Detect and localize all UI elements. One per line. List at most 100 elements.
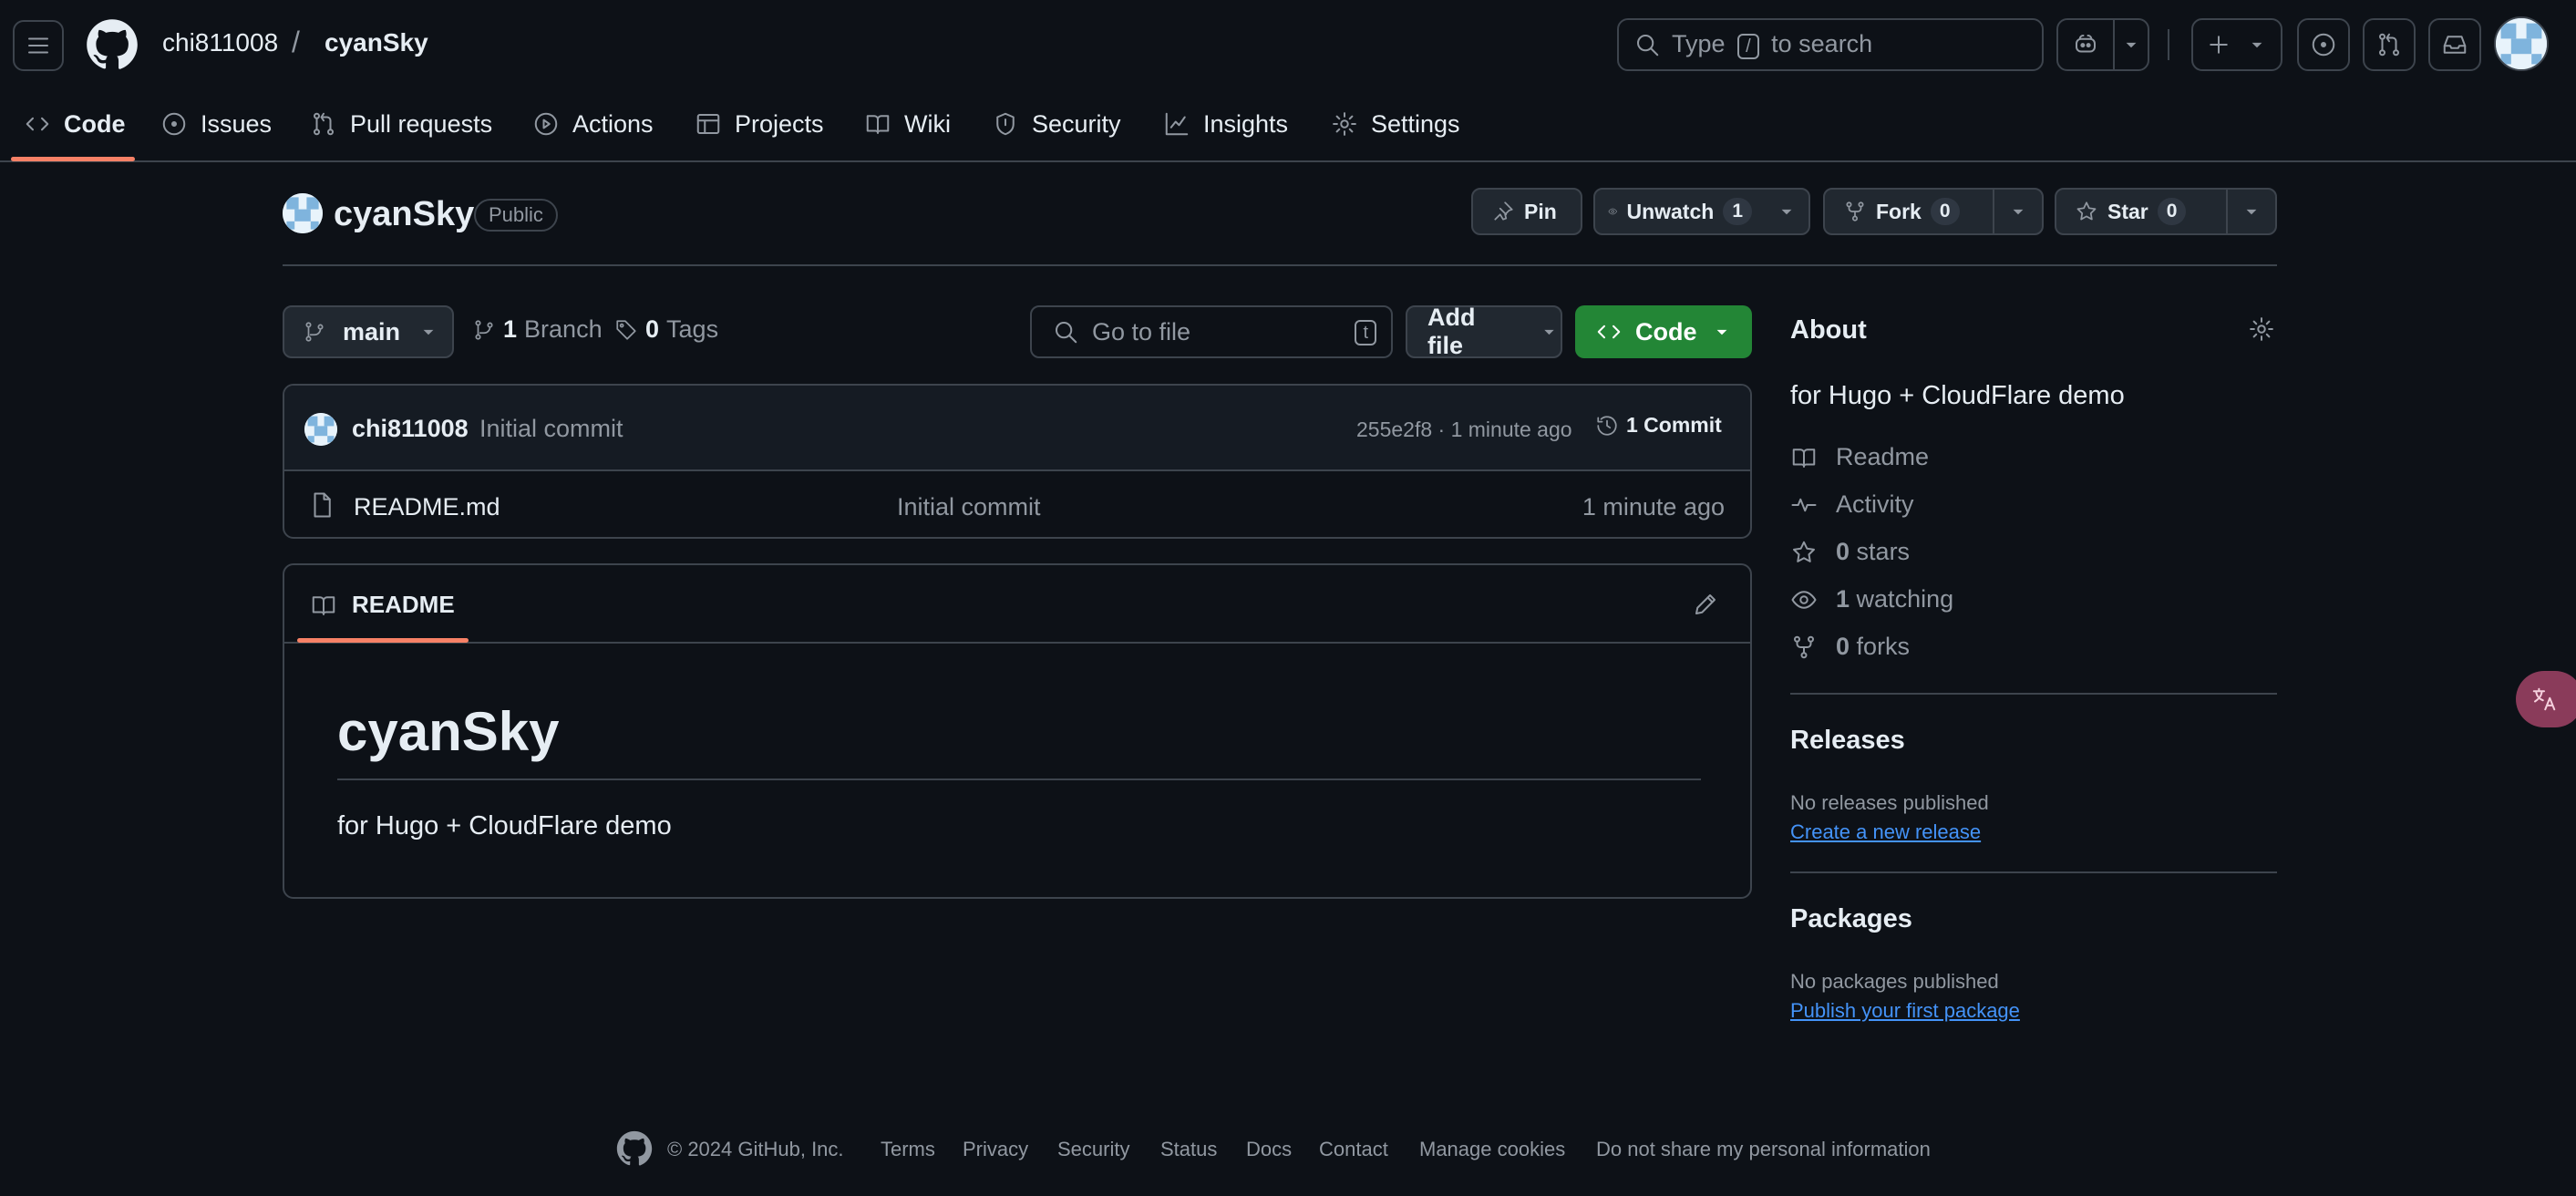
branch-label: Branch [524, 315, 603, 343]
commit-author-avatar[interactable] [304, 413, 337, 446]
about-title: About [1790, 315, 1867, 345]
plus-icon [2210, 36, 2228, 54]
about-watching-link[interactable]: 1 watching [1790, 585, 1953, 613]
pull-requests-button[interactable] [2363, 18, 2416, 71]
breadcrumb-repo[interactable]: cyanSky [325, 28, 428, 57]
file-commit-message[interactable]: Initial commit [897, 493, 1041, 521]
copilot-dropdown-button[interactable] [2113, 20, 2148, 69]
tab-label: Security [1032, 109, 1121, 138]
avatar-pattern-icon [2496, 18, 2547, 69]
go-to-file-placeholder: Go to file [1092, 317, 1191, 345]
about-activity-link[interactable]: Activity [1790, 490, 1914, 519]
inbox-button[interactable] [2428, 18, 2481, 71]
breadcrumb-owner[interactable]: chi811008 [162, 28, 278, 57]
footer-link-privacy[interactable]: Privacy [963, 1138, 1028, 1161]
triangle-down-icon [1716, 329, 1726, 335]
star-dropdown-button[interactable] [2226, 190, 2275, 233]
tab-label: Insights [1203, 109, 1289, 138]
about-description: for Hugo + CloudFlare demo [1790, 381, 2125, 410]
tab-pull-requests[interactable]: Pull requests [310, 106, 492, 142]
footer-link-status[interactable]: Status [1160, 1138, 1217, 1161]
readme-heading: cyanSky [337, 701, 560, 762]
footer-link-manage-cookies[interactable]: Manage cookies [1419, 1138, 1565, 1161]
avatar-pattern-icon [283, 193, 323, 233]
file-name[interactable]: README.md [354, 493, 500, 521]
commit-count-label: 1 Commit [1626, 413, 1722, 437]
fork-button[interactable]: Fork 0 [1825, 190, 1993, 233]
star-icon [1793, 541, 1815, 562]
global-search-input[interactable]: Type / to search [1617, 18, 2044, 71]
pin-icon [1494, 201, 1513, 221]
fork-dropdown-button[interactable] [1993, 190, 2042, 233]
tab-actions[interactable]: Actions [532, 106, 654, 142]
pencil-icon[interactable] [1692, 591, 1719, 618]
releases-title[interactable]: Releases [1790, 726, 1905, 756]
tab-wiki[interactable]: Wiki [864, 106, 951, 142]
watch-dropdown-button[interactable] [1765, 190, 1808, 233]
star-button[interactable]: Star 0 [2056, 190, 2226, 233]
tab-insights[interactable]: Insights [1163, 106, 1288, 142]
translate-button[interactable] [2516, 671, 2576, 727]
tab-code[interactable]: Code [24, 106, 126, 142]
go-to-file-input[interactable]: Go to file t [1030, 305, 1393, 358]
branch-name: main [343, 317, 401, 345]
commit-author[interactable]: chi811008 [352, 415, 469, 443]
tab-projects[interactable]: Projects [695, 106, 824, 142]
repo-nav: Code Issues Pull requests Actions Projec… [0, 91, 2576, 162]
table-icon [696, 114, 720, 134]
header-divider [2168, 29, 2169, 60]
branch-selector[interactable]: main [283, 305, 454, 358]
issue-icon [162, 112, 186, 136]
forks-count: 0 [1836, 633, 1850, 660]
footer-link-contact[interactable]: Contact [1319, 1138, 1388, 1161]
user-avatar[interactable] [2494, 16, 2549, 71]
branches-link[interactable]: 1 Branch [472, 315, 603, 344]
issues-button[interactable] [2297, 18, 2350, 71]
gear-icon[interactable] [2248, 315, 2275, 343]
create-release-link[interactable]: Create a new release [1790, 820, 1981, 844]
gear-icon [1333, 112, 1356, 136]
about-stars-link[interactable]: 0 stars [1790, 538, 1910, 566]
repo-owner-avatar [283, 193, 323, 233]
commit-message[interactable]: Initial commit [479, 415, 623, 443]
footer-link-security[interactable]: Security [1057, 1138, 1129, 1161]
pull-request-icon [314, 112, 334, 136]
code-button[interactable]: Code [1575, 305, 1752, 358]
star-icon [2076, 201, 2097, 221]
footer-link-do-not-share[interactable]: Do not share my personal information [1596, 1138, 1931, 1161]
publish-package-link[interactable]: Publish your first package [1790, 999, 2020, 1023]
add-file-button[interactable]: Add file [1406, 304, 1562, 359]
footer-link-terms[interactable]: Terms [881, 1138, 935, 1161]
tag-label: Tags [666, 315, 719, 343]
code-icon [26, 117, 49, 131]
triangle-down-icon [2246, 209, 2257, 215]
tab-settings[interactable]: Settings [1331, 106, 1460, 142]
unwatch-button[interactable]: Unwatch 1 [1595, 190, 1765, 233]
fork-count: 0 [1930, 198, 1960, 225]
about-readme-link[interactable]: Readme [1790, 443, 1929, 471]
commit-history-link[interactable]: 1 Commit [1595, 413, 1722, 438]
about-forks-link[interactable]: 0 forks [1790, 633, 1910, 661]
tab-security[interactable]: Security [992, 106, 1121, 142]
shield-icon [996, 112, 1015, 136]
github-logo-icon[interactable] [86, 18, 139, 71]
repo-title[interactable]: cyanSky [334, 195, 474, 234]
readme-tab-indicator [297, 638, 469, 643]
copilot-button[interactable] [2058, 20, 2113, 69]
eye-icon [1608, 208, 1617, 215]
github-logo-icon[interactable] [616, 1130, 653, 1167]
tags-link[interactable]: 0 Tags [614, 315, 718, 344]
tab-issues[interactable]: Issues [160, 106, 272, 142]
menu-button[interactable] [13, 20, 64, 71]
eye-icon [1791, 590, 1817, 609]
packages-title[interactable]: Packages [1790, 904, 1912, 934]
create-new-button[interactable] [2191, 18, 2282, 71]
table-row[interactable]: README.md Initial commit 1 minute ago [284, 471, 1750, 537]
pin-button[interactable]: Pin [1471, 188, 1582, 235]
commit-hash-time[interactable]: 255e2f8 · 1 minute ago [1356, 418, 1572, 442]
code-icon [1597, 325, 1621, 339]
issue-icon [2312, 33, 2335, 57]
readme-tab[interactable]: README [310, 591, 455, 619]
footer-link-docs[interactable]: Docs [1246, 1138, 1292, 1161]
file-icon [314, 492, 331, 518]
